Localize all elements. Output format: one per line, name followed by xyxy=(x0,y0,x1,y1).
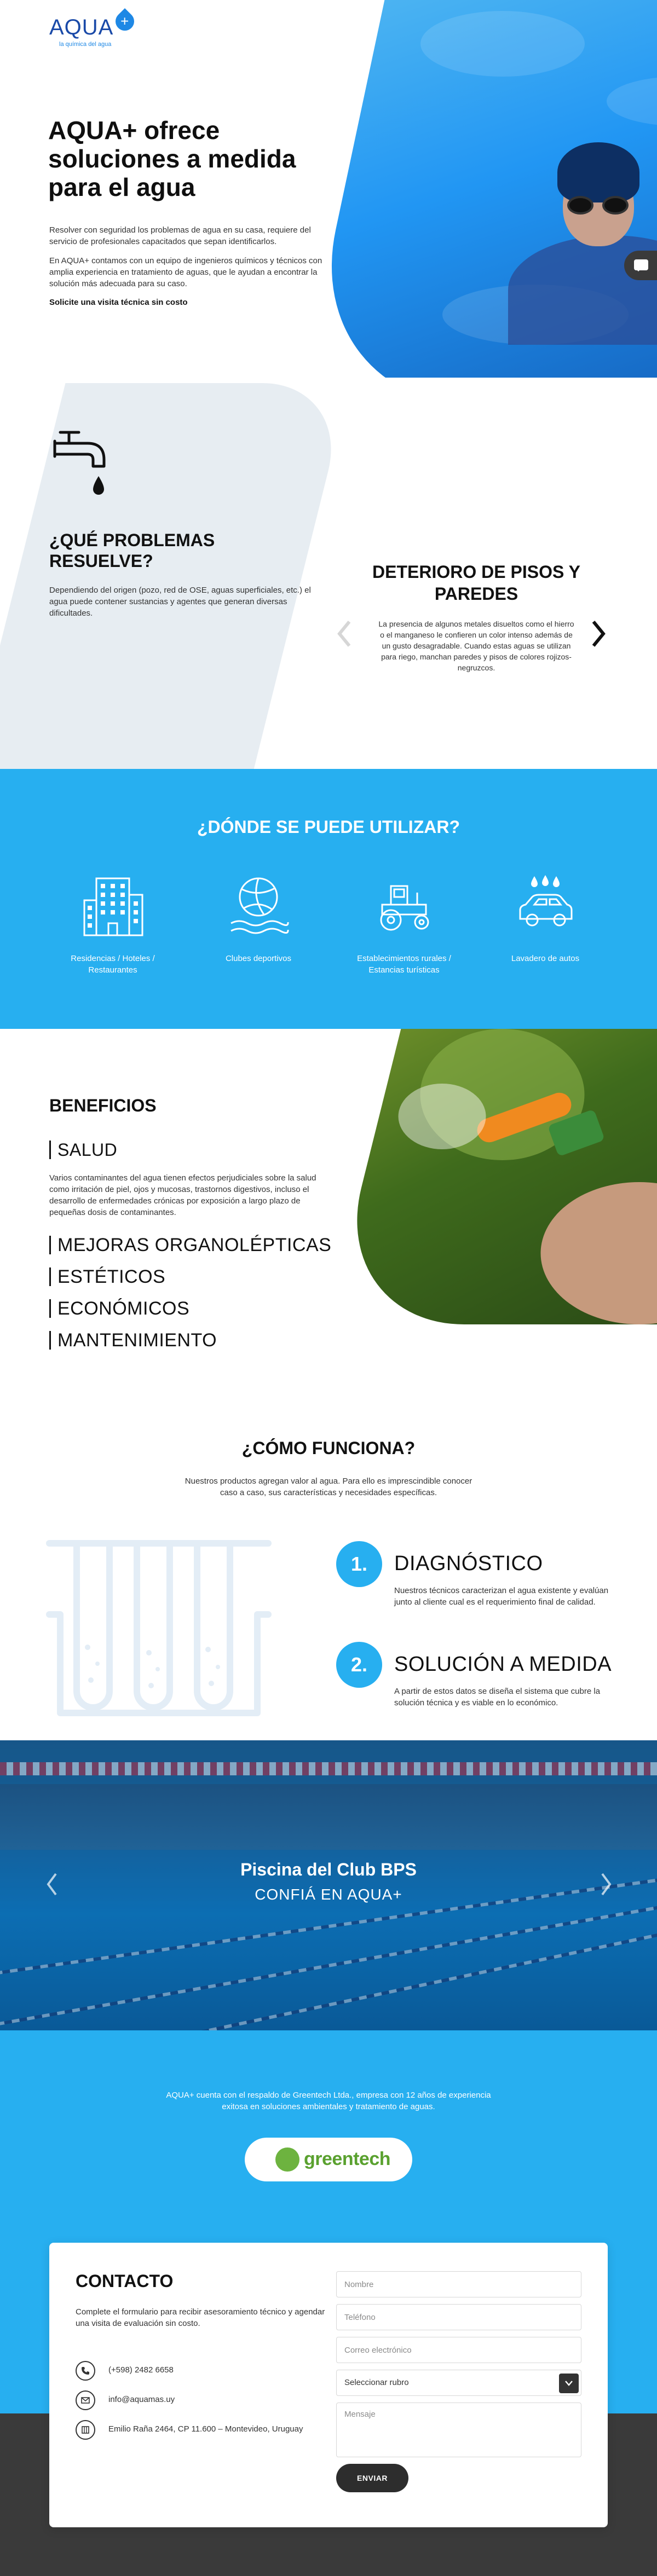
chat-icon xyxy=(634,259,648,271)
tractor-icon xyxy=(380,885,429,931)
pool-slide-title: Piscina del Club BPS xyxy=(240,1860,417,1879)
garden-hose-image xyxy=(327,1029,657,1324)
how-title: ¿CÓMO FUNCIONA? xyxy=(241,1438,416,1458)
where-item-label: Establecimientos rurales / Estancias tur… xyxy=(357,954,451,975)
map-pin-icon xyxy=(76,2420,95,2440)
contact-address: Emilio Raña 2464, CP 11.600 – Montevideo… xyxy=(76,2419,327,2441)
chevron-right-icon xyxy=(601,1873,612,1896)
hero-swimmer-image xyxy=(298,0,657,383)
carousel-prev-button[interactable] xyxy=(334,617,356,650)
address-text: Emilio Raña 2464, CP 11.600 – Montevideo… xyxy=(108,2424,303,2434)
where-title: ¿DÓNDE SE PUEDE UTILIZAR? xyxy=(197,817,460,837)
slide-text: La presencia de algunos metales disuelto… xyxy=(378,620,574,672)
slide-title: DETERIORO DE PISOS Y PAREDES xyxy=(372,562,580,604)
step-number-badge: 2. xyxy=(336,1642,382,1688)
email-icon xyxy=(76,2390,95,2410)
how-section: ¿CÓMO FUNCIONA? Nuestros productos agreg… xyxy=(0,1379,657,1740)
logo[interactable]: AQUA + la química del agua xyxy=(49,8,139,48)
hero-paragraph-2: En AQUA+ contamos con un equipo de ingen… xyxy=(49,256,322,288)
greentech-logo-text: greentech xyxy=(304,2149,391,2169)
message-field[interactable] xyxy=(336,2403,581,2457)
greentech-text: AQUA+ cuenta con el respaldo de Greentec… xyxy=(166,2091,491,2111)
where-item-label: Clubes deportivos xyxy=(225,954,292,963)
where-item-carwash: Lavadero de autos xyxy=(480,873,611,964)
where-item-rural: Establecimientos rurales / Estancias tur… xyxy=(338,873,470,976)
where-item-residences: Residencias / Hoteles / Restaurantes xyxy=(47,873,178,976)
contact-title: CONTACTO xyxy=(76,2271,174,2291)
step-text: A partir de estos datos se diseña el sis… xyxy=(394,1687,601,1707)
where-item-label: Lavadero de autos xyxy=(511,954,580,963)
building-icon xyxy=(83,877,143,936)
hero-paragraph-1: Resolver con seguridad los problemas de … xyxy=(49,225,311,246)
contact-phone[interactable]: (+598) 2482 6658 xyxy=(76,2360,327,2382)
chat-widget-button[interactable] xyxy=(624,251,657,280)
logo-tagline: la química del agua xyxy=(59,41,112,48)
carousel-next-button[interactable] xyxy=(587,617,609,650)
hero-title: AQUA+ ofrece soluciones a medida para el… xyxy=(48,116,296,201)
chevron-left-icon xyxy=(337,621,351,647)
step-title: DIAGNÓSTICO xyxy=(394,1552,543,1575)
step-text: Nuestros técnicos caracterizan el agua e… xyxy=(394,1586,609,1607)
problems-section: ¿QUÉ PROBLEMAS RESUELVE? Dependiendo del… xyxy=(0,378,657,777)
step-title: SOLUCIÓN A MEDIDA xyxy=(394,1653,612,1676)
step-number-badge: 1. xyxy=(336,1541,382,1587)
test-tubes-icon xyxy=(46,1540,272,1716)
contact-email[interactable]: info@aquamas.uy xyxy=(76,2389,327,2411)
logo-wordmark: AQUA xyxy=(49,15,114,39)
email-address: info@aquamas.uy xyxy=(108,2395,175,2404)
phone-icon xyxy=(76,2361,95,2381)
benefit-health-text: Varios contaminantes del agua tienen efe… xyxy=(49,1173,316,1217)
benefit-item-maintenance[interactable]: MANTENIMIENTO xyxy=(49,1331,217,1350)
where-item-label: Residencias / Hoteles / Restaurantes xyxy=(71,954,155,975)
where-item-clubs: Clubes deportivos xyxy=(193,873,324,964)
where-section: ¿DÓNDE SE PUEDE UTILIZAR? Residencias / … xyxy=(0,769,657,1029)
logo-plus-drop: + xyxy=(112,8,139,35)
greentech-logo-button[interactable]: greentech xyxy=(245,2138,412,2181)
carousel-next-button[interactable] xyxy=(598,1871,614,1898)
water-tap-icon xyxy=(53,431,106,495)
ball-water-icon xyxy=(230,877,289,934)
car-wash-icon xyxy=(519,875,573,927)
chevron-down-icon xyxy=(559,2374,579,2393)
benefit-item-aesthetic[interactable]: ESTÉTICOS xyxy=(49,1267,165,1286)
phone-number: (+598) 2482 6658 xyxy=(108,2365,174,2375)
hero-cta-text: Solicite una visita técnica sin costo xyxy=(49,298,188,307)
pool-slide-subtitle: CONFIÁ EN AQUA+ xyxy=(255,1886,402,1903)
chevron-right-icon xyxy=(592,621,606,647)
email-field[interactable] xyxy=(336,2337,581,2363)
pool-carousel: Piscina del Club BPS CONFIÁ EN AQUA+ xyxy=(0,1740,657,2030)
benefits-section: BENEFICIOS SALUD Varios contaminantes de… xyxy=(0,1029,657,1379)
problems-title: ¿QUÉ PROBLEMAS RESUELVE? xyxy=(49,530,215,571)
problems-text: Dependiendo del origen (pozo, red de OSE… xyxy=(49,586,311,618)
phone-field[interactable] xyxy=(336,2304,581,2330)
name-field[interactable] xyxy=(336,2271,581,2297)
hero-section: AQUA + la química del agua AQUA+ ofrece s… xyxy=(0,0,657,383)
greentech-leaf-icon xyxy=(275,2147,299,2172)
benefits-title: BENEFICIOS xyxy=(49,1096,157,1115)
how-text: Nuestros productos agregan valor al agua… xyxy=(185,1477,472,1497)
contact-card: CONTACTO Complete el formulario para rec… xyxy=(49,2243,608,2527)
benefit-item-economic[interactable]: ECONÓMICOS xyxy=(49,1299,189,1318)
benefit-item-health[interactable]: SALUD xyxy=(49,1141,117,1159)
benefit-item-organoleptic[interactable]: MEJORAS ORGANOLÉPTICAS xyxy=(49,1236,331,1254)
category-select-value: Seleccionar rubro xyxy=(344,2378,409,2387)
category-select[interactable]: Seleccionar rubro xyxy=(336,2370,581,2396)
contact-text: Complete el formulario para recibir ases… xyxy=(76,2307,325,2328)
submit-button[interactable]: ENVIAR xyxy=(336,2464,408,2492)
